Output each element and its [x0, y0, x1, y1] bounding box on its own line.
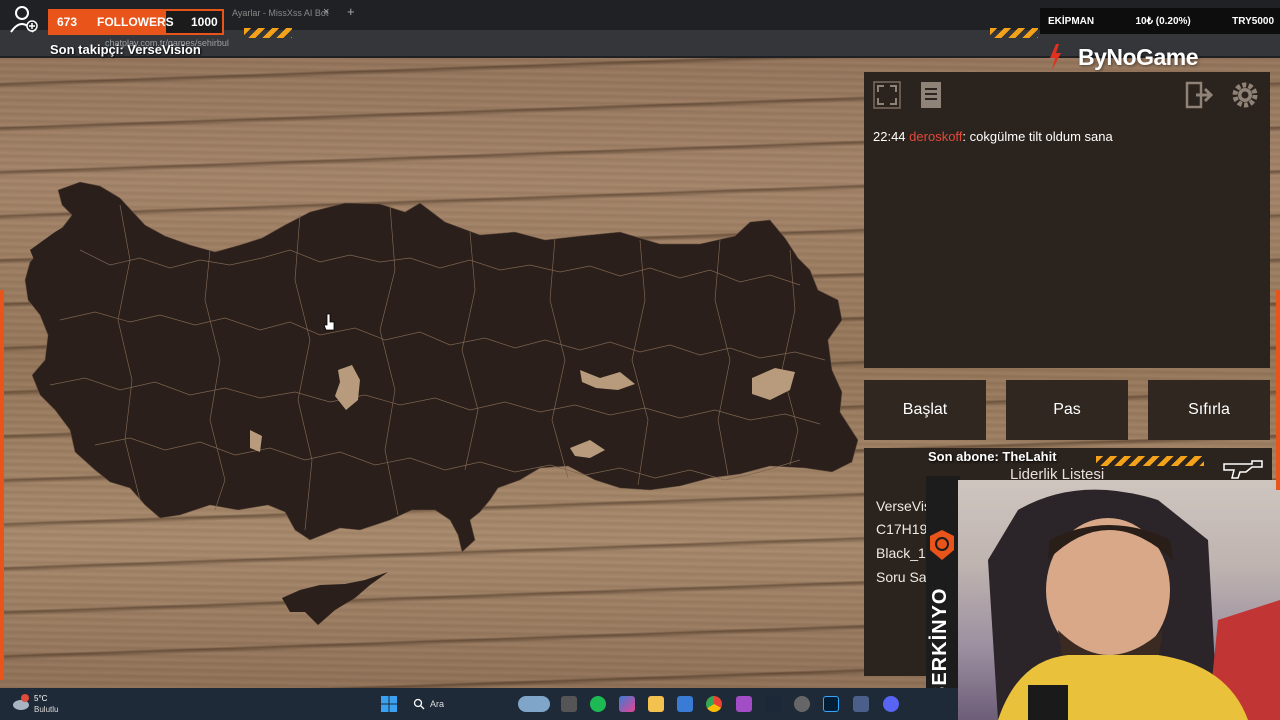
- equipment-label: EKİPMAN: [1048, 15, 1095, 27]
- game-icon[interactable]: [853, 696, 869, 712]
- chat-message: 22:44 deroskoff: cokgülme tilt oldum san…: [873, 129, 1113, 144]
- settings-icon[interactable]: [1230, 80, 1260, 110]
- warning-stripes: [990, 28, 1038, 38]
- badge-icon: [930, 530, 954, 560]
- copilot-icon[interactable]: [619, 696, 635, 712]
- bynogame-logo-icon: [1050, 44, 1061, 70]
- last-follower: Son takipçi: VerseVision: [50, 42, 201, 57]
- webcam-feed: [958, 480, 1280, 720]
- file-explorer-icon[interactable]: [648, 696, 664, 712]
- tab-title[interactable]: Ayarlar - MissXss AI Bot: [232, 8, 328, 18]
- accent-bar-right: [1276, 290, 1280, 490]
- chrome-icon[interactable]: [706, 696, 722, 712]
- store-icon[interactable]: [677, 696, 693, 712]
- discord-icon[interactable]: [883, 696, 899, 712]
- brand-logo: ByNoGame: [1078, 44, 1198, 70]
- app-icon[interactable]: [736, 696, 752, 712]
- accent-bar-left: [0, 290, 4, 680]
- weather-desc[interactable]: Bulutlu: [34, 705, 58, 714]
- turkey-map[interactable]: [0, 0, 864, 688]
- warning-stripes: [1096, 456, 1204, 466]
- pass-button[interactable]: Pas: [1006, 380, 1128, 440]
- search-highlight-icon[interactable]: [518, 696, 550, 712]
- chat-panel: 22:44 deroskoff: cokgülme tilt oldum san…: [864, 72, 1270, 368]
- chat-time: 22:44: [873, 129, 906, 144]
- equipment-target: TRY5000: [1232, 15, 1274, 27]
- exit-icon[interactable]: [1184, 80, 1214, 110]
- rifle-icon: [1223, 460, 1263, 479]
- equipment-bar: EKİPMAN 10₺ (0.20%) TRY5000: [1040, 8, 1280, 34]
- followers-goal: 1000: [191, 15, 218, 29]
- task-view-icon[interactable]: [561, 696, 577, 712]
- followers-label: FOLLOWERS: [97, 15, 174, 29]
- obs-icon[interactable]: [794, 696, 810, 712]
- spotify-icon[interactable]: [590, 696, 606, 712]
- leaderboard-entry: Black_1: [876, 545, 926, 561]
- streamer-name: SERKİNYO: [929, 587, 951, 700]
- new-tab-icon[interactable]: +: [347, 4, 355, 19]
- add-user-icon: [10, 6, 38, 33]
- chat-separator: :: [962, 129, 970, 144]
- steam-icon[interactable]: [765, 696, 781, 712]
- followers-goal-bar: 673 FOLLOWERS 1000: [48, 9, 224, 35]
- fullscreen-icon[interactable]: [872, 80, 902, 110]
- windows-start-icon[interactable]: [381, 696, 397, 712]
- streamer-video: [988, 489, 1280, 720]
- reset-button[interactable]: Sıfırla: [1148, 380, 1270, 440]
- turkey-mainland[interactable]: [24, 181, 859, 553]
- last-subscriber: Son abone: TheLahit: [928, 449, 1057, 464]
- followers-count: 673: [57, 15, 78, 29]
- taskbar: [0, 688, 958, 720]
- chat-text: cokgülme tilt oldum sana: [969, 129, 1113, 144]
- weather-temp[interactable]: 5°C: [34, 694, 47, 703]
- cyprus[interactable]: [282, 572, 388, 625]
- taskbar-search[interactable]: Ara: [430, 699, 444, 709]
- warning-stripes: [244, 28, 292, 38]
- list-icon[interactable]: [916, 80, 946, 110]
- chat-username: deroskoff: [909, 129, 963, 144]
- close-tab-icon[interactable]: ×: [323, 6, 329, 18]
- equipment-value: 10₺ (0.20%): [1135, 15, 1191, 27]
- search-icon[interactable]: [413, 698, 425, 710]
- photoshop-icon[interactable]: [823, 696, 839, 712]
- stream-scene: Ayarlar - MissXss AI Bot × + chatplay.co…: [0, 0, 1280, 720]
- weather-icon: [13, 694, 29, 710]
- start-button[interactable]: Başlat: [864, 380, 986, 440]
- panel-toolbar: [864, 72, 1270, 118]
